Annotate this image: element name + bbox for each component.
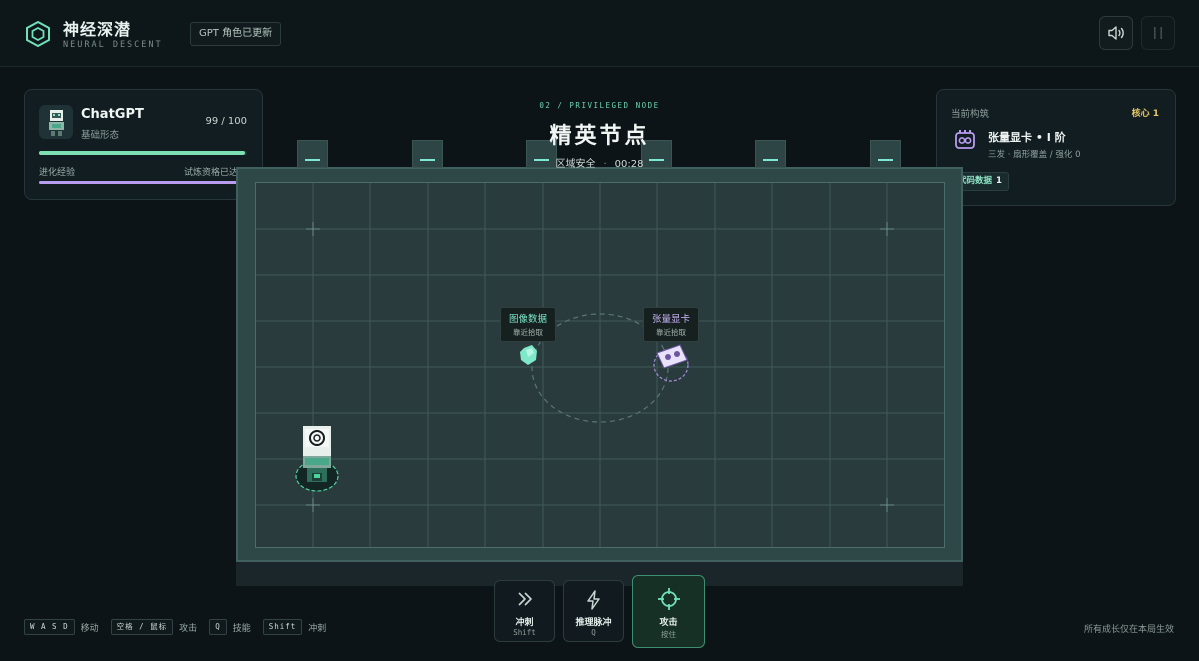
ability-name: 攻击 (659, 618, 678, 628)
footer-note: 所有成长仅在本局生效 (1083, 625, 1174, 635)
image-data-pickup[interactable] (520, 345, 537, 365)
ability-key: Q (591, 628, 596, 637)
xp-bar (39, 181, 247, 184)
ability-key: 按住 (661, 630, 676, 639)
ability-key: Shift (513, 628, 536, 637)
lightning-icon (586, 590, 600, 610)
node-title: 精英节点 (549, 124, 650, 149)
app-title: 神经深潜 (63, 20, 132, 39)
key-hint: Shift (262, 619, 303, 635)
ability-name: 推理脉冲 (575, 618, 612, 628)
arena-grid (256, 183, 944, 547)
app-subtitle: NEURAL DESCENT (63, 40, 163, 50)
node-status: 区域安全 · 00:28 (555, 159, 644, 170)
dash-ability-button[interactable]: 冲刺 Shift (494, 580, 555, 642)
key-hint: Q (209, 619, 227, 635)
sound-button[interactable] (1099, 16, 1133, 50)
code-data-label: 代码数据 (958, 176, 993, 186)
attack-button[interactable]: 攻击 按住 (632, 575, 705, 648)
top-bar: 神经深潜 NEURAL DESCENT GPT 角色已更新 (0, 0, 1199, 67)
pause-button[interactable] (1141, 16, 1175, 50)
update-badge: GPT 角色已更新 (190, 22, 282, 46)
xp-bar-fill (39, 181, 247, 184)
key-action: 冲刺 (308, 623, 327, 634)
key-hint: W A S D (24, 619, 75, 635)
code-data-count: 1 (996, 176, 1002, 186)
ability-name: 冲刺 (515, 618, 534, 628)
pickup-title: 张量显卡 (652, 314, 691, 325)
image-data-label: 图像数据 靠近拾取 (500, 307, 557, 342)
gpu-label: 张量显卡 靠近拾取 (643, 307, 700, 342)
double-chevron-icon (517, 592, 532, 606)
node-tag: 02 / PRIVILEGED NODE (539, 101, 660, 110)
node-timer: 00:28 (614, 159, 644, 170)
pickup-title: 图像数据 (509, 314, 548, 325)
key-action: 技能 (232, 623, 251, 634)
pause-icon (1154, 27, 1162, 39)
key-action: 移动 (80, 623, 99, 634)
crosshair-icon (657, 588, 680, 610)
hexagon-logo-icon (26, 21, 50, 47)
zone-status: 区域安全 (555, 159, 596, 170)
pickup-hint: 靠近拾取 (656, 328, 686, 337)
control-hints: W A S D 移动 空格 / 鼠标 攻击 Q 技能 Shift 冲刺 (24, 619, 338, 635)
speaker-icon (1108, 26, 1124, 40)
gpu-pickup[interactable] (653, 344, 689, 382)
reasoning-pulse-button[interactable]: 推理脉冲 Q (563, 580, 624, 642)
key-hint: 空格 / 鼠标 (110, 619, 174, 635)
key-action: 攻击 (179, 623, 198, 634)
pickup-hint: 靠近拾取 (513, 328, 543, 337)
arena-floor[interactable] (255, 182, 945, 548)
